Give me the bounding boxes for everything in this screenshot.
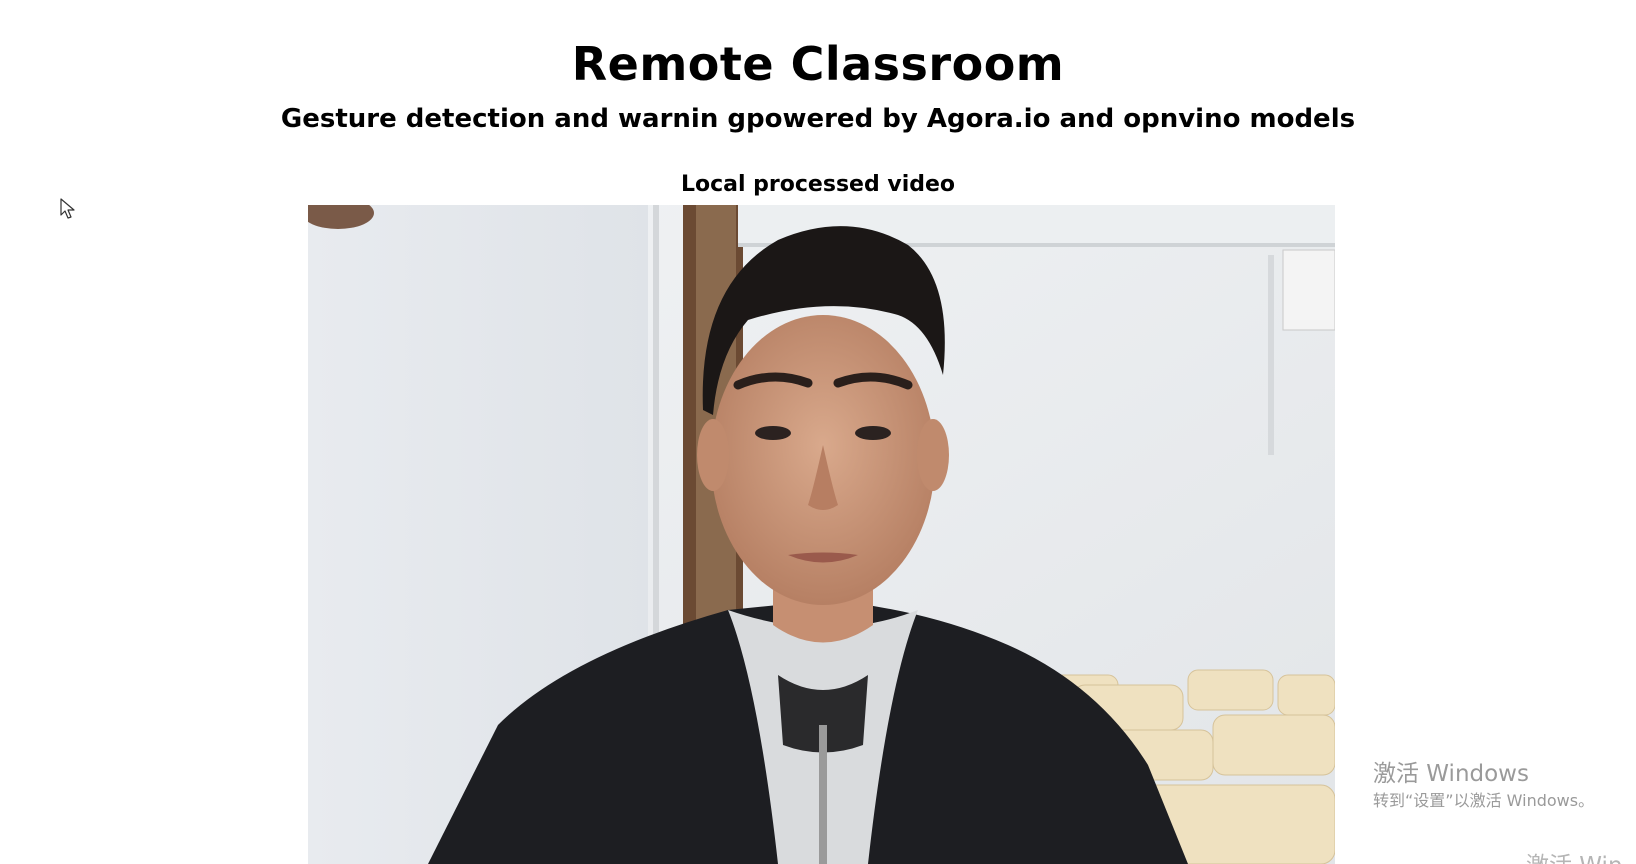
activation-title-partial: 激活 Win — [1526, 846, 1623, 864]
page: Remote Classroom Gesture detection and w… — [0, 0, 1636, 864]
page-subtitle: Gesture detection and warnin gpowered by… — [280, 103, 1356, 134]
video-section-label: Local processed video — [680, 172, 956, 197]
local-video-player[interactable] — [308, 205, 1335, 864]
video-frame-image — [308, 205, 1335, 864]
mouse-pointer-icon — [60, 198, 75, 219]
activation-title: 激活 Windows — [1373, 761, 1529, 787]
activation-hint: 转到“设置”以激活 Windows。 — [1373, 791, 1595, 810]
page-title: Remote Classroom — [571, 36, 1065, 91]
windows-activation-watermark: 激活 Windows 转到“设置”以激活 Windows。 — [1373, 760, 1594, 812]
